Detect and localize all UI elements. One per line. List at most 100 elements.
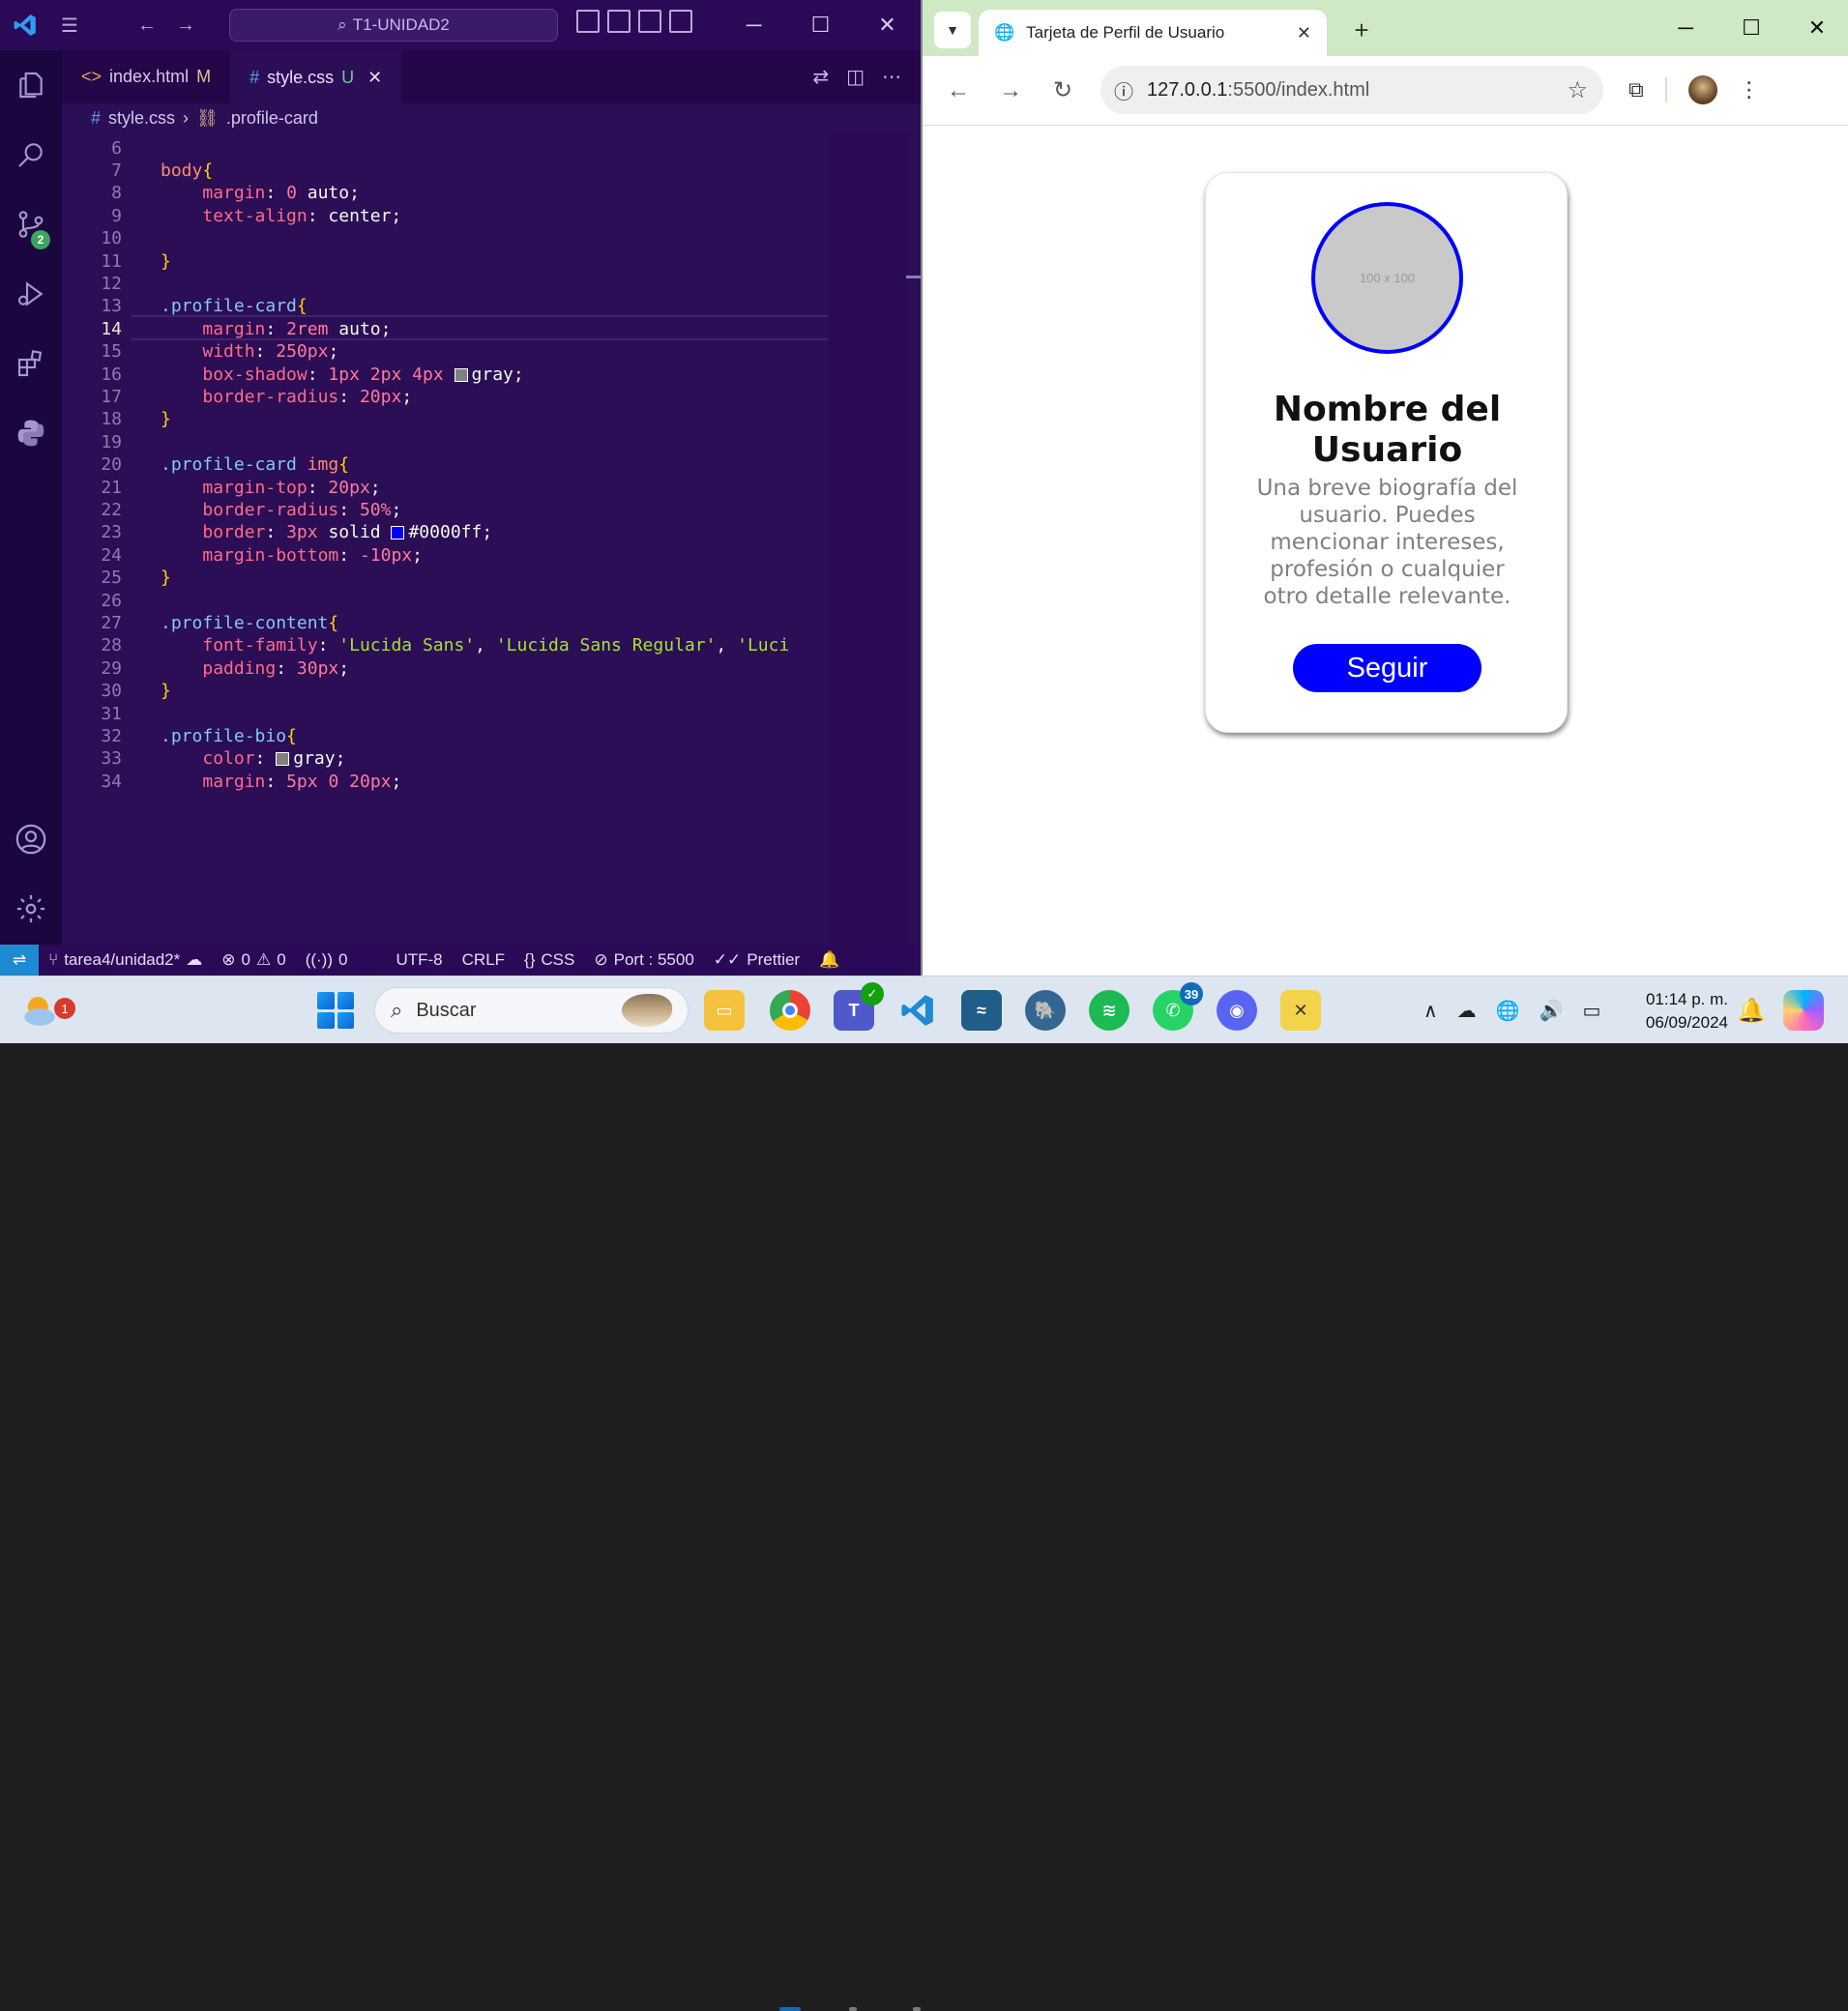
follow-button[interactable]: Seguir: [1293, 644, 1481, 692]
close-tab-icon[interactable]: ✕: [367, 68, 382, 88]
volume-icon[interactable]: 🔊: [1540, 999, 1564, 1023]
color-swatch[interactable]: [276, 752, 290, 767]
compare-changes-icon[interactable]: ⇄: [812, 65, 829, 89]
tab-search-dropdown-icon[interactable]: ▼: [934, 12, 971, 48]
toggle-primary-sidebar-icon[interactable]: [576, 10, 600, 33]
line-number: 28: [101, 635, 122, 656]
accounts-icon[interactable]: [0, 804, 62, 874]
extensions-icon[interactable]: [0, 329, 62, 398]
back-button-icon[interactable]: ←: [932, 65, 984, 117]
close-button[interactable]: ✕: [854, 0, 921, 50]
onedrive-icon[interactable]: ☁: [1457, 999, 1477, 1023]
breadcrumb-file[interactable]: style.css: [108, 108, 175, 129]
line-number: 19: [101, 431, 122, 452]
url-path: :5500/index.html: [1227, 78, 1370, 101]
problems-indicator[interactable]: ⊗ 0 ⚠ 0: [212, 950, 295, 970]
customize-layout-icon[interactable]: [669, 10, 692, 33]
chevron-up-icon[interactable]: ∧: [1423, 999, 1438, 1023]
more-actions-icon[interactable]: ⋯: [882, 65, 901, 89]
forward-arrow-icon[interactable]: →: [166, 6, 205, 44]
minimize-button[interactable]: ─: [720, 0, 787, 50]
copilot-icon[interactable]: [1783, 990, 1824, 1031]
forward-button-icon[interactable]: →: [984, 65, 1037, 117]
settings-gear-icon[interactable]: [0, 874, 62, 944]
divider: [1664, 77, 1667, 102]
close-button[interactable]: ✕: [1784, 0, 1848, 56]
chrome-icon[interactable]: [770, 990, 810, 1031]
notification-bell-icon[interactable]: 🔔: [1731, 990, 1772, 1031]
language-mode[interactable]: {} CSS: [514, 950, 584, 970]
command-center-search[interactable]: ⌕ T1-UNIDAD2: [229, 9, 558, 42]
file-explorer-icon[interactable]: ▭: [704, 990, 745, 1031]
kebab-menu-icon[interactable]: ⋮: [1739, 77, 1760, 102]
breadcrumb-symbol[interactable]: .profile-card: [226, 108, 318, 129]
python-icon[interactable]: [0, 398, 62, 468]
line-number: 23: [101, 522, 122, 543]
search-icon[interactable]: [0, 120, 62, 189]
maximize-button[interactable]: ☐: [1718, 0, 1784, 56]
tab-label: index.html: [109, 67, 190, 86]
whatsapp-icon[interactable]: ✆ 39: [1153, 982, 1203, 1031]
spotify-icon[interactable]: ≋: [1089, 990, 1129, 1031]
system-tray: ∧ ☁ 🌐 🔊 ▭: [1423, 976, 1600, 1044]
maximize-button[interactable]: ☐: [787, 0, 854, 50]
reload-button-icon[interactable]: ↻: [1037, 65, 1089, 117]
back-arrow-icon[interactable]: ←: [128, 6, 166, 44]
weather-widget[interactable]: 1: [19, 990, 75, 1031]
code-line[interactable]: 34 margin: 5px 0 20px;: [62, 768, 829, 795]
remote-indicator-icon[interactable]: ⇌: [0, 945, 39, 976]
browser-tab[interactable]: 🌐 Tarjeta de Perfil de Usuario ✕: [979, 10, 1327, 56]
xampp-icon[interactable]: ✕: [1280, 990, 1321, 1031]
ports-indicator[interactable]: ((·)) 0: [296, 950, 358, 970]
git-branch[interactable]: ⑂ tarea4/unidad2* ☁: [39, 950, 212, 970]
network-globe-icon[interactable]: 🌐: [1496, 999, 1520, 1023]
teams-icon[interactable]: T ✓: [834, 982, 884, 1031]
prettier-status[interactable]: ✓✓ Prettier: [704, 950, 809, 970]
clock[interactable]: 01:14 p. m. 06/09/2024: [1639, 988, 1728, 1035]
color-swatch[interactable]: [454, 367, 468, 382]
source-control-icon[interactable]: 2: [0, 189, 62, 259]
close-tab-icon[interactable]: ✕: [1297, 23, 1311, 44]
notifications-bell-icon[interactable]: 🔔: [809, 950, 849, 970]
tab-style-css[interactable]: # style.css U ✕: [230, 50, 402, 103]
minimap[interactable]: [829, 132, 906, 945]
vscode-taskbar-icon[interactable]: [897, 990, 938, 1031]
menu-icon[interactable]: ☰: [50, 6, 89, 44]
line-number: 7: [111, 160, 122, 181]
discord-icon[interactable]: ◉: [1217, 990, 1257, 1031]
color-swatch[interactable]: [391, 526, 405, 540]
address-bar[interactable]: ⓘ 127.0.0.1:5500/index.html ☆: [1100, 66, 1603, 114]
tab-title: Tarjeta de Perfil de Usuario: [1026, 23, 1225, 42]
taskbar-search[interactable]: ⌕ Buscar: [374, 987, 689, 1034]
vscode-logo-icon[interactable]: [0, 0, 50, 50]
live-server-port[interactable]: ⊘ Port : 5500: [584, 950, 703, 970]
minimize-button[interactable]: ─: [1653, 0, 1718, 56]
toggle-panel-icon[interactable]: [607, 10, 631, 33]
editor-tabs: <> index.html M # style.css U ✕ ⇄ ◫ ⋯: [62, 50, 921, 103]
code-text: margin-top: 20px;: [202, 477, 381, 498]
battery-icon[interactable]: ▭: [1582, 999, 1600, 1023]
page-viewport: 100 x 100 Nombre del Usuario Una breve b…: [923, 127, 1848, 976]
code-text: padding: 30px;: [202, 657, 350, 679]
code-editor[interactable]: 6 7 body{8 margin: 0 auto; 9 text-align: ce…: [62, 132, 829, 945]
run-debug-icon[interactable]: [0, 259, 62, 329]
tab-index-html[interactable]: <> index.html M: [62, 50, 231, 103]
code-text: .profile-card img{: [161, 454, 350, 476]
editor-scrollbar[interactable]: [906, 132, 921, 945]
extensions-puzzle-icon[interactable]: ⧉: [1628, 77, 1644, 102]
symbol-class-icon: ⛓: [196, 107, 219, 128]
chrome-active-indicator: [779, 2007, 801, 2011]
explorer-icon[interactable]: [0, 50, 62, 120]
end-of-line[interactable]: CRLF: [453, 950, 514, 970]
toggle-secondary-sidebar-icon[interactable]: [638, 10, 661, 33]
profile-avatar[interactable]: [1687, 75, 1717, 104]
code-text: margin: 0 auto;: [202, 183, 360, 204]
encoding[interactable]: UTF-8: [386, 950, 452, 970]
start-button-icon[interactable]: [317, 992, 354, 1029]
bookmark-star-icon[interactable]: ☆: [1567, 76, 1588, 104]
mysql-workbench-icon[interactable]: ≈: [961, 990, 1002, 1031]
postgresql-icon[interactable]: 🐘: [1025, 990, 1066, 1031]
split-editor-icon[interactable]: ◫: [846, 65, 865, 89]
new-tab-button[interactable]: +: [1343, 12, 1380, 48]
site-info-icon[interactable]: ⓘ: [1114, 76, 1133, 104]
